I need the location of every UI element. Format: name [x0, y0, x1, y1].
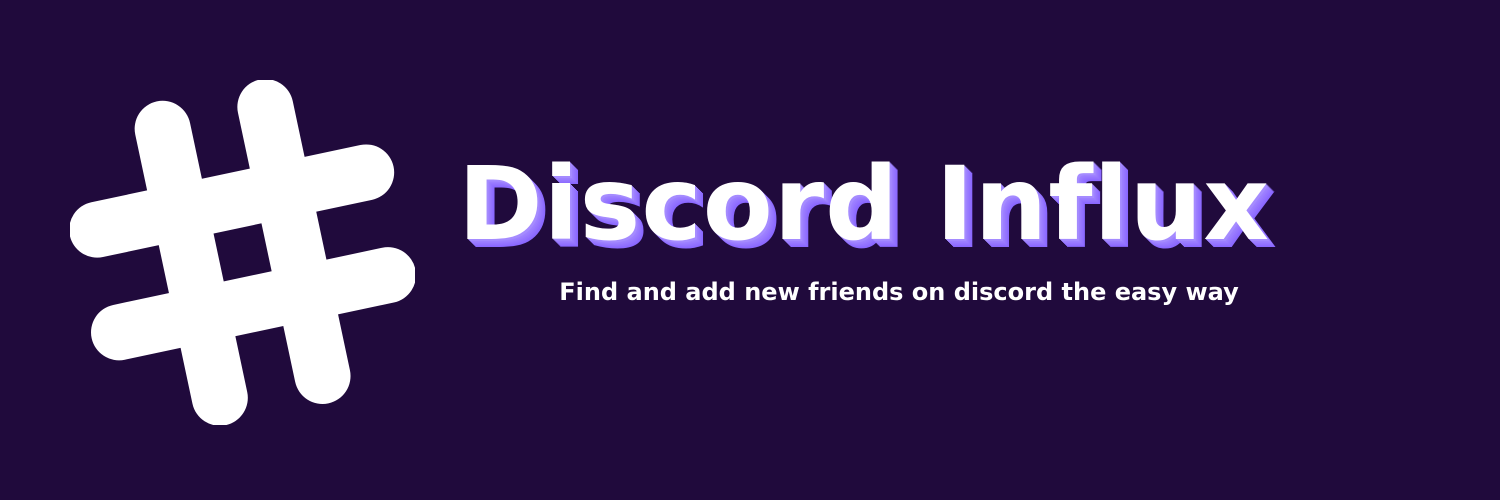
- title-wrap: Discord Influx: [458, 0, 1348, 260]
- banner: Discord Influx Find and add new friends …: [0, 0, 1500, 500]
- tagline: Find and add new friends on discord the …: [559, 278, 1239, 306]
- page-title: Discord Influx: [458, 145, 1271, 264]
- hashtag-icon: [70, 80, 415, 425]
